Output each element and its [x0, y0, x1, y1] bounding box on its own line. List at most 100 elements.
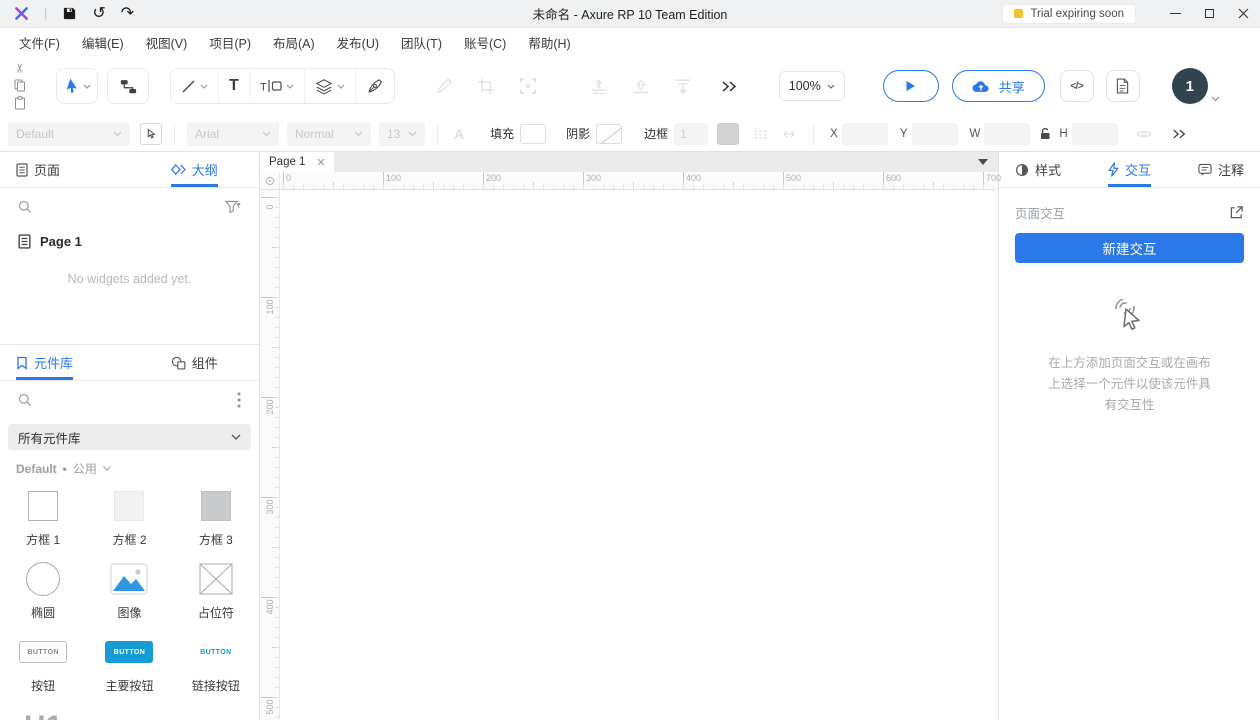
fill-swatch[interactable]: [520, 123, 547, 144]
menu-file[interactable]: 文件(F): [8, 33, 71, 52]
text-field-tool-button[interactable]: T: [250, 69, 305, 103]
open-external-icon[interactable]: [1229, 205, 1244, 220]
close-button[interactable]: [1226, 0, 1260, 27]
pen-tool-button[interactable]: [356, 69, 394, 103]
copy-icon[interactable]: [14, 79, 26, 92]
font-style-select[interactable]: Normal: [287, 121, 371, 146]
menu-view[interactable]: 视图(V): [135, 33, 199, 52]
chevron-down-icon: [408, 131, 417, 136]
visibility-button[interactable]: [1135, 129, 1152, 139]
line-style-button[interactable]: [753, 129, 769, 139]
chevron-down-icon: [231, 434, 241, 440]
page-tab[interactable]: Page 1: [260, 152, 335, 172]
minimize-button[interactable]: [1158, 0, 1192, 27]
widget-box3[interactable]: 方框 3: [173, 483, 259, 556]
menu-edit[interactable]: 编辑(E): [71, 33, 135, 52]
outline-item-page1[interactable]: Page 1: [0, 226, 259, 256]
widget-link-button[interactable]: BUTTON 链接按钮: [173, 629, 259, 702]
distribute-icon[interactable]: [673, 77, 693, 96]
tab-pages[interactable]: 页面: [16, 152, 60, 187]
style-preset-select[interactable]: Default: [8, 121, 130, 146]
select-cursor-icon: [66, 78, 77, 93]
search-icon[interactable]: [18, 393, 32, 407]
tab-libraries[interactable]: 元件库: [16, 345, 74, 380]
kebab-menu-icon[interactable]: [237, 392, 241, 408]
maximize-button[interactable]: [1192, 0, 1226, 27]
search-icon[interactable]: [18, 200, 32, 214]
font-color-button[interactable]: A: [454, 126, 464, 142]
preview-button[interactable]: [882, 70, 939, 102]
account-menu[interactable]: 1: [1171, 68, 1222, 104]
trial-badge[interactable]: Trial expiring soon: [1002, 3, 1136, 24]
menu-account[interactable]: 账号(C): [453, 33, 517, 52]
widget-ellipse[interactable]: 椭圆: [0, 556, 86, 629]
menu-help[interactable]: 帮助(H): [517, 33, 581, 52]
lock-ratio-button[interactable]: [1039, 127, 1051, 140]
border-width-value: 1: [680, 126, 687, 141]
h-label: H: [1059, 127, 1068, 140]
widget-placeholder[interactable]: 占位符: [173, 556, 259, 629]
widget-h2[interactable]: H2: [86, 702, 172, 720]
border-color-swatch[interactable]: [717, 122, 740, 145]
y-field[interactable]: [911, 122, 958, 145]
ruler-settings-icon[interactable]: [260, 172, 280, 189]
menu-project[interactable]: 项目(P): [198, 33, 262, 52]
line-tool-button[interactable]: [171, 69, 219, 103]
font-size-select[interactable]: 13: [379, 121, 425, 146]
tab-notes[interactable]: 注释: [1198, 152, 1244, 187]
tab-components[interactable]: 组件: [171, 345, 218, 380]
clipboard-strip: ✂: [0, 56, 40, 116]
save-icon[interactable]: [62, 6, 77, 21]
library-group-header[interactable]: Default • 公用: [0, 450, 259, 479]
titlebar-right: Trial expiring soon: [1002, 0, 1260, 27]
border-width-field[interactable]: 1: [674, 122, 709, 145]
widget-h3[interactable]: H3: [173, 702, 259, 720]
widget-image[interactable]: 图像: [86, 556, 172, 629]
toolbar-more-button[interactable]: [721, 80, 737, 92]
format-cursor-button[interactable]: [140, 122, 162, 145]
w-field[interactable]: [984, 122, 1031, 145]
share-button[interactable]: 共享: [951, 70, 1045, 102]
shadow-swatch[interactable]: [596, 123, 623, 144]
undo-icon[interactable]: ↺: [92, 5, 105, 22]
redo-icon[interactable]: ↷: [121, 5, 134, 22]
format-painter-icon[interactable]: [435, 77, 453, 95]
inspect-code-button[interactable]: </>: [1059, 70, 1094, 102]
cut-icon[interactable]: ✂: [13, 63, 27, 73]
stylebar-more-button[interactable]: [1172, 129, 1186, 139]
widget-label: 椭圆: [31, 606, 56, 620]
menu-arrange[interactable]: 布局(A): [262, 33, 326, 52]
crop-icon[interactable]: [477, 77, 495, 95]
design-canvas[interactable]: [280, 190, 998, 720]
arrow-style-button[interactable]: [781, 129, 797, 139]
font-family-select[interactable]: Arial: [187, 121, 279, 146]
bring-to-front-icon[interactable]: [589, 77, 609, 96]
menu-team[interactable]: 团队(T): [390, 33, 453, 52]
close-tab-icon[interactable]: [317, 158, 325, 166]
marquee-select-icon[interactable]: [519, 77, 537, 95]
widget-h1[interactable]: H1: [0, 702, 86, 720]
x-field[interactable]: [841, 122, 888, 145]
menu-publish[interactable]: 发布(U): [326, 33, 390, 52]
fill-label: 填充: [490, 127, 515, 141]
layers-tool-button[interactable]: [305, 69, 356, 103]
widget-button[interactable]: BUTTON 按钮: [0, 629, 86, 702]
h-field[interactable]: [1071, 122, 1118, 145]
filter-icon[interactable]: [225, 200, 241, 214]
new-interaction-button[interactable]: 新建交互: [1015, 233, 1244, 263]
library-select[interactable]: 所有元件库: [8, 424, 251, 450]
tab-outline[interactable]: 大纲: [170, 152, 218, 187]
zoom-level-select[interactable]: 100%: [778, 71, 845, 101]
widget-primary-button[interactable]: BUTTON 主要按钮: [86, 629, 172, 702]
tab-style[interactable]: 样式: [1015, 152, 1061, 187]
documentation-button[interactable]: [1105, 70, 1140, 102]
tab-list-dropdown-icon[interactable]: [978, 159, 988, 165]
widget-box2[interactable]: 方框 2: [86, 483, 172, 556]
select-tool-button[interactable]: [56, 68, 98, 104]
text-tool-button[interactable]: T: [219, 69, 250, 103]
send-to-back-icon[interactable]: [631, 77, 651, 96]
paste-icon[interactable]: [14, 96, 26, 110]
widget-box1[interactable]: 方框 1: [0, 483, 86, 556]
connector-tool-button[interactable]: [107, 68, 149, 104]
tab-interaction[interactable]: 交互: [1107, 152, 1151, 187]
